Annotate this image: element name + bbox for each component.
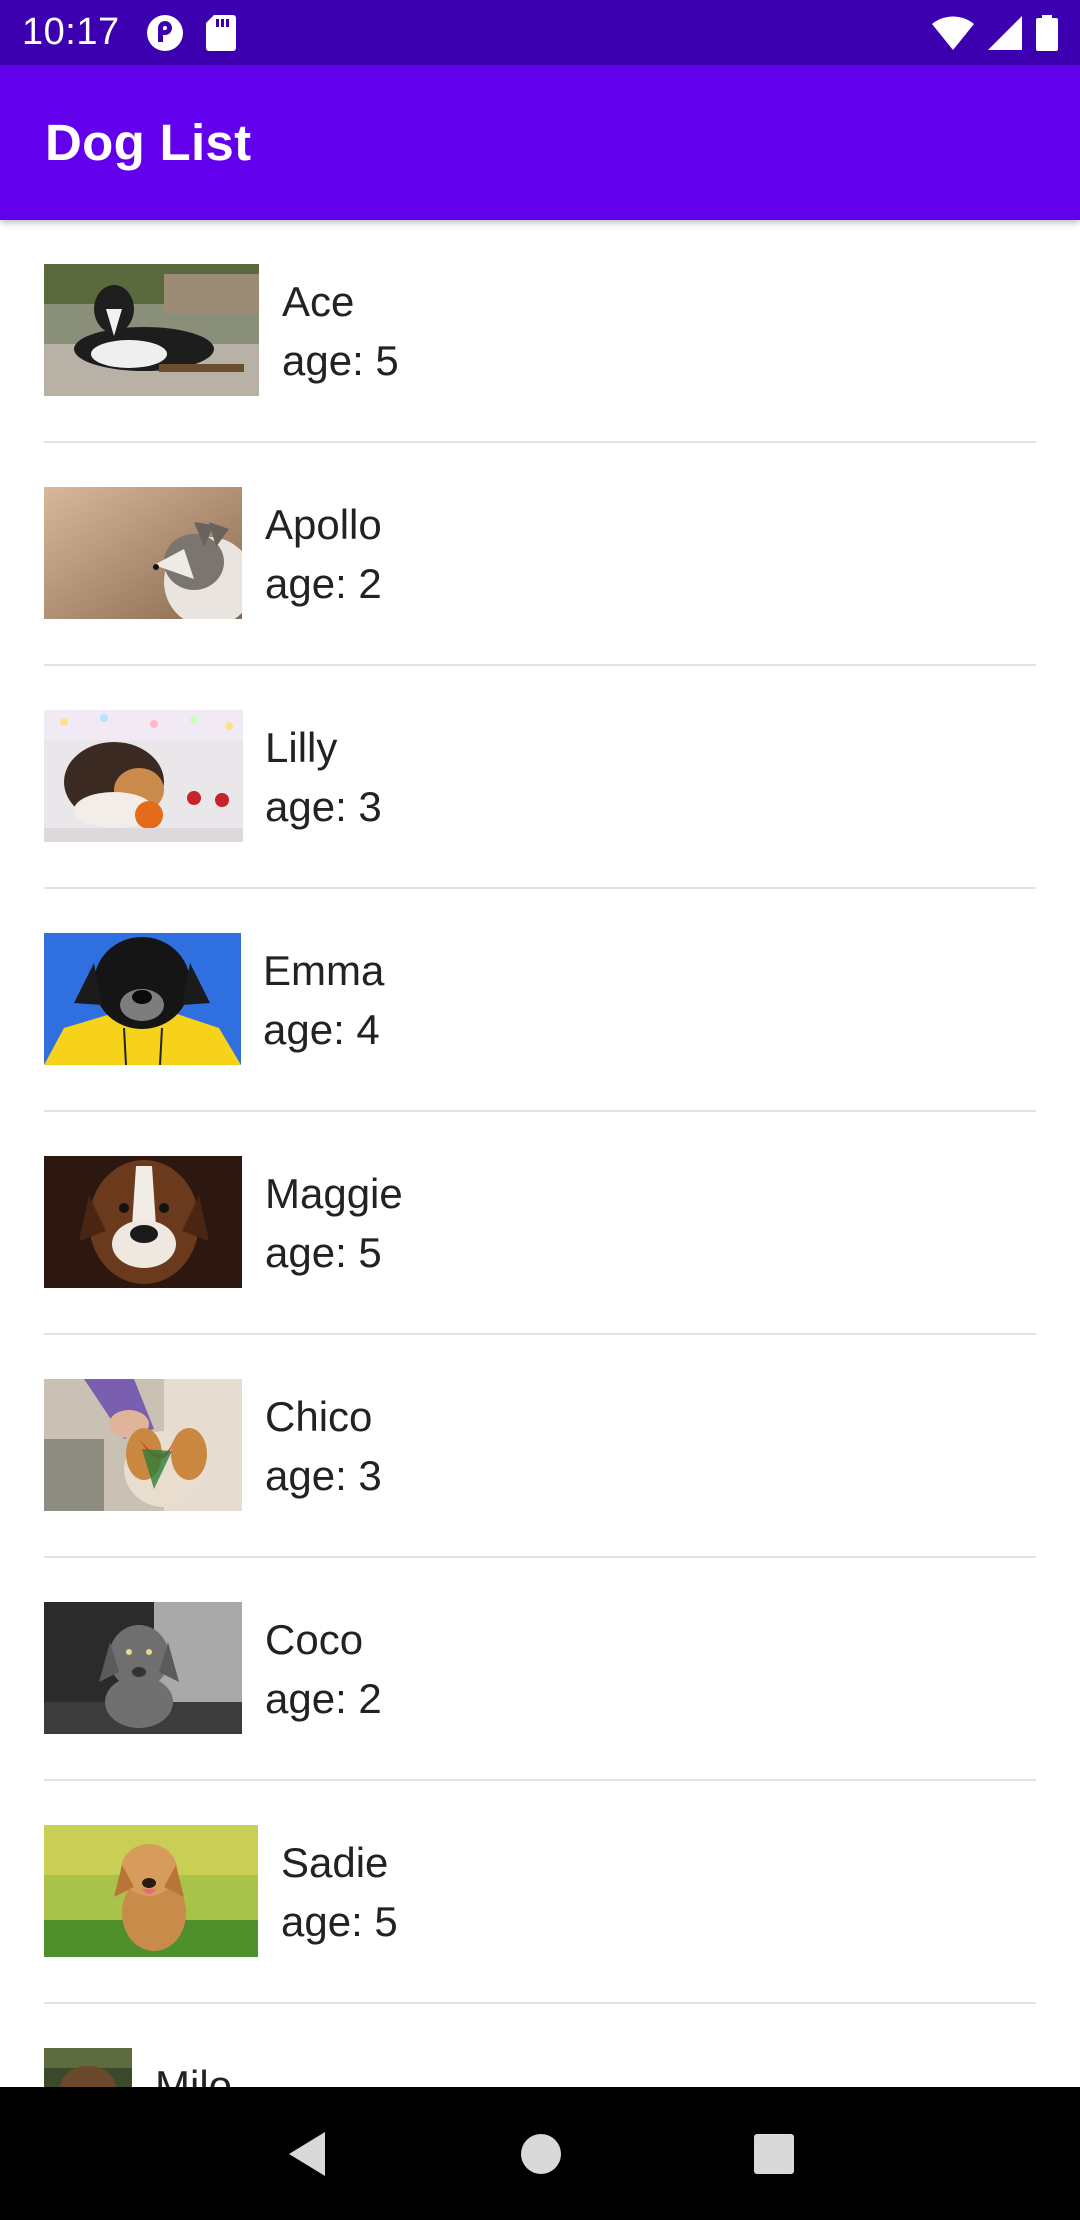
border-collie-photo (44, 264, 259, 396)
dog-age: age: 3 (265, 1452, 382, 1499)
sd-card-icon (205, 14, 236, 51)
dog-age: age: 2 (265, 560, 382, 607)
app-title: Dog List (45, 114, 252, 171)
list-item[interactable]: Maggie age: 5 (0, 1112, 1080, 1335)
weimaraner-puppy-photo (44, 1602, 242, 1734)
back-icon[interactable] (285, 2130, 329, 2178)
black-lab-raincoat-photo (44, 933, 241, 1065)
dog-age: age: 2 (265, 1675, 382, 1722)
status-time: 10:17 (22, 11, 120, 53)
puppy-with-toy-photo (44, 1379, 242, 1511)
list-item[interactable]: Chico age: 3 (0, 1335, 1080, 1558)
list-item[interactable]: Coco age: 2 (0, 1558, 1080, 1781)
app-bar: Dog List (0, 65, 1080, 220)
pocket-casts-icon (146, 14, 184, 52)
dog-name: Maggie (265, 1170, 403, 1217)
wifi-icon (932, 15, 974, 50)
list-item[interactable]: Apollo age: 2 (0, 443, 1080, 666)
dog-age: age: 5 (265, 1229, 382, 1276)
list-item[interactable]: Lilly age: 3 (0, 666, 1080, 889)
dog-age: age: 3 (265, 783, 382, 830)
boxer-photo (44, 1156, 242, 1288)
dog-age: age: 5 (282, 337, 399, 384)
battery-icon (1036, 14, 1058, 51)
dog-list[interactable]: Ace age: 5 Apollo age: 2 Lilly age: 3 Em… (0, 220, 1080, 2087)
dog-name: Lilly (265, 724, 338, 771)
dog-age: age: 4 (263, 1006, 380, 1053)
dog-name: Sadie (281, 1839, 389, 1886)
husky-photo (44, 487, 242, 619)
list-item[interactable]: Milo (0, 2004, 1080, 2087)
home-icon[interactable] (520, 2133, 562, 2175)
recents-icon[interactable] (753, 2133, 795, 2175)
signal-icon (988, 15, 1022, 50)
dog-name: Apollo (265, 501, 382, 548)
list-item[interactable]: Ace age: 5 (0, 220, 1080, 443)
dog-name: Coco (265, 1616, 364, 1663)
dog-name: Emma (263, 947, 385, 994)
dog-name: Ace (282, 278, 355, 325)
dog-name: Chico (265, 1393, 373, 1440)
golden-puppy-photo (44, 1825, 258, 1957)
dog-age: age: 5 (281, 1898, 398, 1945)
sheltie-photo (44, 710, 243, 842)
list-item[interactable]: Sadie age: 5 (0, 1781, 1080, 2004)
list-item[interactable]: Emma age: 4 (0, 889, 1080, 1112)
dog-name: Milo (155, 2062, 233, 2087)
dog-photo (44, 2048, 132, 2087)
status-bar: 10:17 (0, 0, 1080, 65)
navigation-bar (0, 2087, 1080, 2220)
